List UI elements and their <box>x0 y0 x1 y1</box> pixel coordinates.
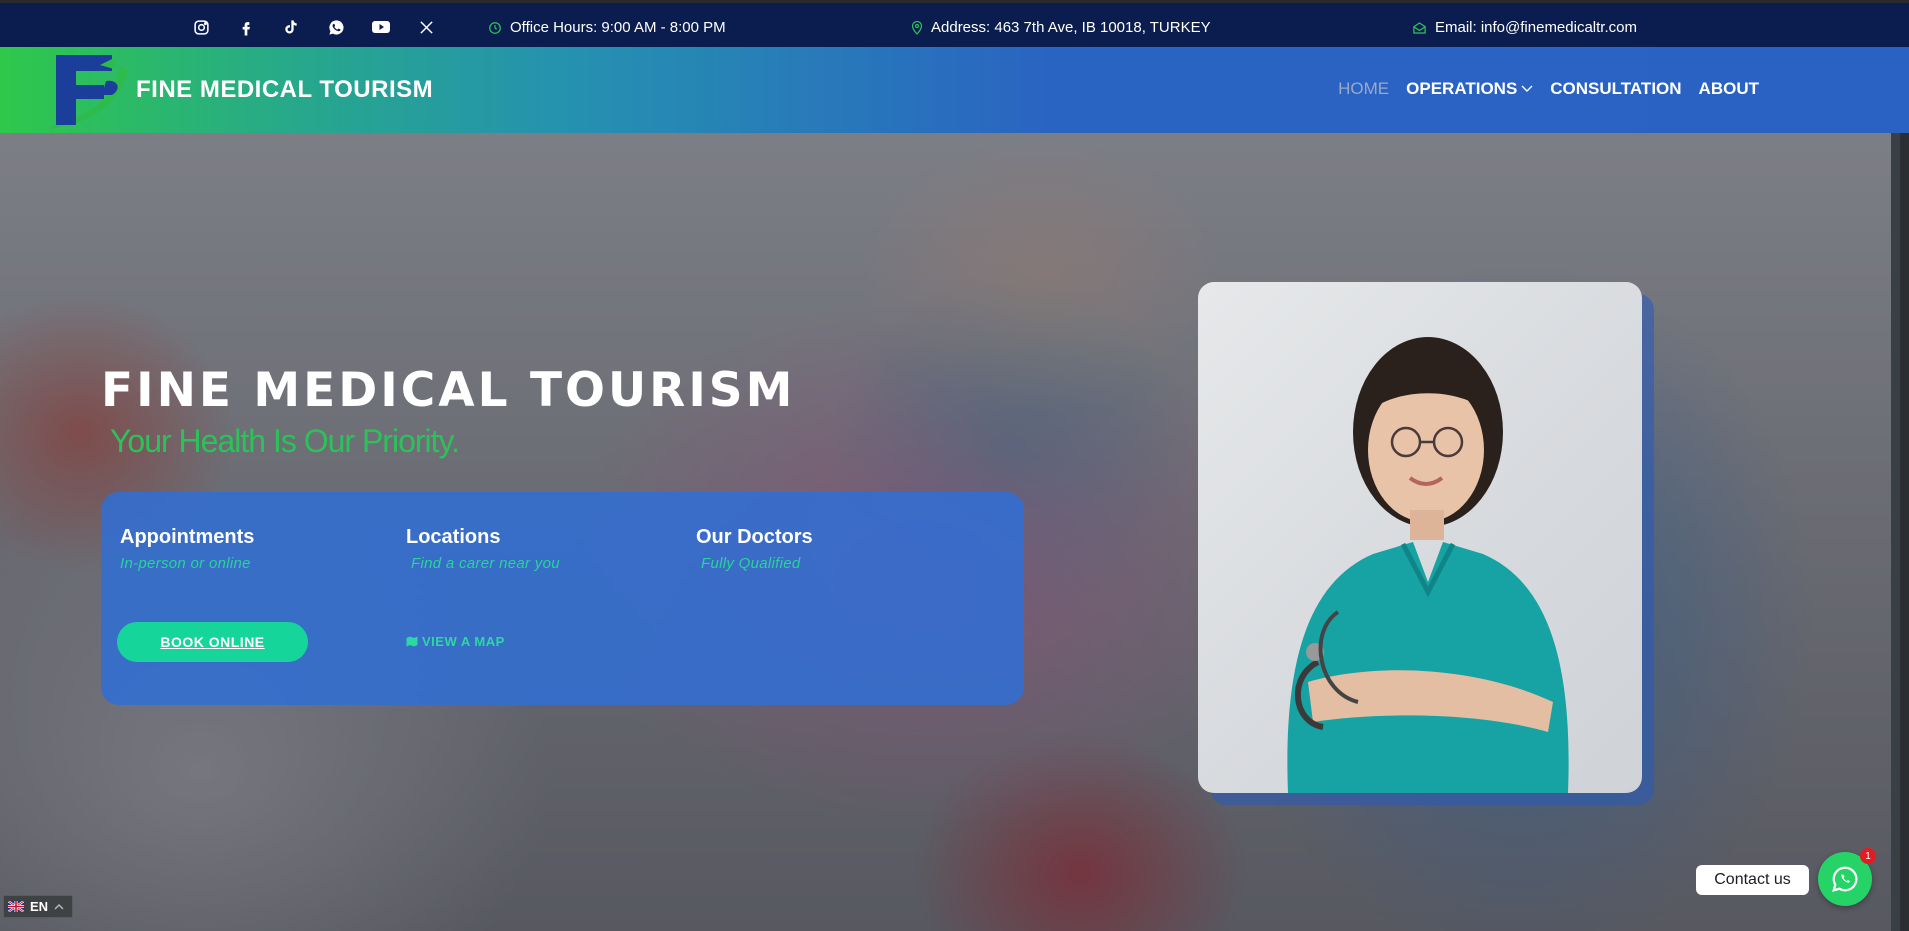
top-bar: Office Hours: 9:00 AM - 8:00 PM Address:… <box>0 0 1909 47</box>
locations-block: Locations Find a carer near you <box>406 526 560 572</box>
social-links <box>191 17 436 37</box>
view-map-label: VIEW A MAP <box>422 634 505 649</box>
address: Address: 463 7th Ave, IB 10018, TURKEY <box>911 19 1211 36</box>
appointments-block: Appointments In-person or online <box>120 526 254 572</box>
whatsapp-icon <box>1832 866 1858 892</box>
doctor-illustration <box>1287 337 1569 793</box>
hero-title: FINE MEDICAL TOURISM <box>101 363 796 418</box>
youtube-icon[interactable] <box>371 17 391 37</box>
contact-us-label[interactable]: Contact us <box>1696 865 1809 895</box>
whatsapp-icon[interactable] <box>326 17 346 37</box>
doctors-subtitle: Fully Qualified <box>701 555 801 572</box>
facebook-icon[interactable] <box>236 17 256 37</box>
x-icon[interactable] <box>416 17 436 37</box>
instagram-icon[interactable] <box>191 17 211 37</box>
doctor-photo <box>1198 282 1642 793</box>
locations-subtitle: Find a carer near you <box>411 555 560 572</box>
map-icon <box>406 636 418 647</box>
address-text: Address: 463 7th Ave, IB 10018, TURKEY <box>931 19 1211 36</box>
chevron-down-icon <box>1521 85 1533 92</box>
appointments-title: Appointments <box>120 526 255 548</box>
locations-title: Locations <box>406 526 501 548</box>
doctors-block: Our Doctors Fully Qualified <box>696 526 813 572</box>
office-hours: Office Hours: 9:00 AM - 8:00 PM <box>488 19 726 36</box>
view-map-link[interactable]: VIEW A MAP <box>406 634 505 649</box>
hero-subtitle: Your Health Is Our Priority. <box>110 423 460 459</box>
doctors-title: Our Doctors <box>696 526 813 548</box>
language-code: EN <box>30 899 49 914</box>
brand-name[interactable]: FINE MEDICAL TOURISM <box>136 76 433 104</box>
info-card: Appointments In-person or online Locatio… <box>101 492 1024 705</box>
email-icon <box>1413 21 1426 34</box>
logo-icon[interactable] <box>46 51 130 131</box>
office-hours-text: Office Hours: 9:00 AM - 8:00 PM <box>510 19 726 36</box>
scrollbar[interactable] <box>1891 133 1900 931</box>
location-pin-icon <box>911 20 923 35</box>
nav-about[interactable]: ABOUT <box>1699 79 1759 99</box>
nav-operations[interactable]: OPERATIONS <box>1406 79 1533 99</box>
chevron-up-icon <box>54 903 64 909</box>
uk-flag-icon <box>8 901 24 912</box>
language-selector[interactable]: EN <box>3 895 73 918</box>
hero-section: FINE MEDICAL TOURISM Your Health Is Our … <box>0 133 1900 931</box>
appointments-subtitle: In-person or online <box>120 555 251 572</box>
notification-badge: 1 <box>1860 848 1876 864</box>
nav-operations-label: OPERATIONS <box>1406 79 1518 98</box>
email-text[interactable]: Email: info@finemedicaltr.com <box>1435 19 1637 36</box>
site-header: FINE MEDICAL TOURISM HOME OPERATIONS CON… <box>0 47 1909 133</box>
email[interactable]: Email: info@finemedicaltr.com <box>1412 19 1637 36</box>
nav-consultation[interactable]: CONSULTATION <box>1550 79 1681 99</box>
nav-home[interactable]: HOME <box>1338 79 1389 99</box>
clock-icon <box>489 21 501 34</box>
main-nav: HOME OPERATIONS CONSULTATION ABOUT <box>1338 79 1759 99</box>
book-online-button[interactable]: BOOK ONLINE <box>117 622 308 662</box>
tiktok-icon[interactable] <box>281 17 301 37</box>
